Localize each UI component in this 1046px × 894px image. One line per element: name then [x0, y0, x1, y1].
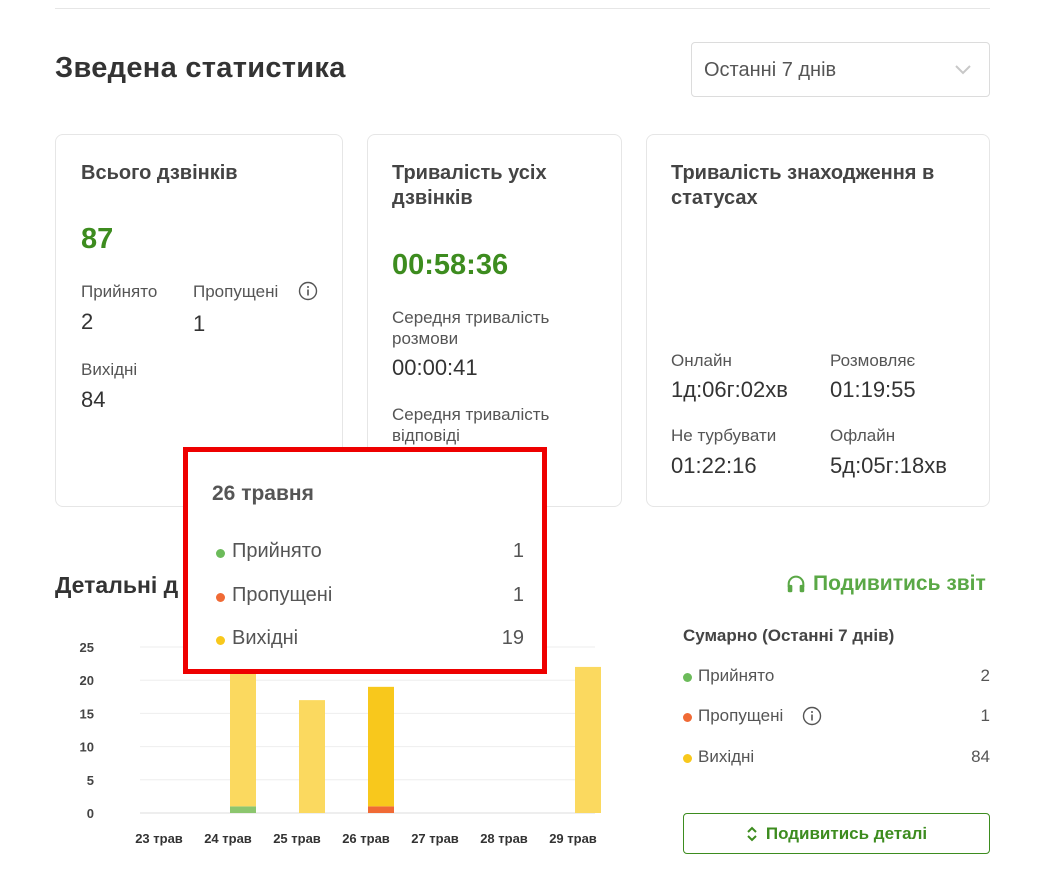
offline-value: 5д:05г:18хв	[830, 453, 947, 478]
x-tick-label: 24 трав	[204, 831, 252, 846]
card-title: Всього дзвінків	[81, 162, 238, 184]
y-tick-label: 15	[80, 706, 94, 721]
tooltip-row-missed: Пропущені 1	[212, 584, 524, 610]
x-tick-label: 27 трав	[411, 831, 459, 846]
offline-label: Офлайн	[830, 426, 896, 445]
y-tick-label: 0	[87, 806, 94, 821]
card-title-line2: статусах	[671, 187, 758, 209]
legend-dot	[683, 673, 692, 682]
card-title-line2: дзвінків	[392, 187, 473, 209]
talking-value: 01:19:55	[830, 377, 916, 402]
summary-value: 1	[980, 706, 990, 725]
online-value: 1д:06г:02хв	[671, 377, 788, 402]
x-tick-label: 23 трав	[135, 831, 183, 846]
accepted-value: 2	[81, 309, 94, 334]
y-tick-label: 5	[87, 773, 94, 788]
period-select[interactable]: Останні 7 днів	[691, 42, 990, 97]
card-title-line1: Тривалість знаходження в	[671, 162, 935, 184]
tooltip-date: 26 травня	[212, 482, 314, 505]
total-calls-value: 87	[81, 223, 114, 255]
tooltip-row-outgoing: Вихідні 19	[212, 627, 524, 653]
missed-value: 1	[193, 311, 206, 336]
card-title-line1: Тривалість усіх	[392, 162, 547, 184]
view-details-button[interactable]: Подивитись деталі	[683, 813, 990, 854]
avg-talk-label-line2: розмови	[392, 329, 459, 348]
accepted-label: Прийнято	[81, 282, 158, 301]
bar-segment	[299, 700, 325, 813]
info-icon[interactable]	[802, 706, 822, 726]
y-tick-label: 25	[80, 640, 94, 655]
missed-label: Пропущені	[193, 282, 279, 301]
summary-value: 2	[980, 666, 990, 685]
legend-dot	[216, 593, 225, 602]
outgoing-value: 84	[81, 387, 106, 412]
bar-segment	[230, 806, 256, 813]
avg-answer-label-line1: Середня тривалість	[392, 405, 550, 424]
tooltip-label: Прийнято	[232, 540, 322, 562]
tooltip-label: Вихідні	[232, 627, 299, 649]
info-icon[interactable]	[298, 281, 318, 301]
x-tick-label: 25 трав	[273, 831, 321, 846]
dnd-value: 01:22:16	[671, 453, 757, 478]
dnd-label: Не турбувати	[671, 426, 777, 445]
status-duration-card: Тривалість знаходження в статусах Онлайн…	[646, 134, 990, 507]
talking-label: Розмовляє	[830, 351, 916, 370]
avg-talk-label-line1: Середня тривалість	[392, 308, 550, 327]
summary-value: 84	[971, 747, 990, 766]
view-report-label: Подивитись звіт	[813, 572, 986, 595]
summary-label: Вихідні	[698, 747, 755, 766]
summary-label: Пропущені	[698, 706, 784, 725]
y-tick-label: 20	[80, 673, 94, 688]
bar-segment	[230, 666, 256, 807]
summary-title: Сумарно (Останні 7 днів)	[683, 626, 895, 645]
summary-label: Прийнято	[698, 666, 775, 685]
page-title: Зведена статистика	[55, 52, 346, 84]
bar-segment	[368, 806, 394, 813]
legend-dot	[216, 549, 225, 558]
outgoing-label: Вихідні	[81, 360, 138, 379]
x-tick-label: 28 трав	[480, 831, 528, 846]
x-tick-label: 26 трав	[342, 831, 390, 846]
expand-icon	[747, 826, 757, 841]
bar-segment	[368, 686, 394, 807]
tooltip-value: 19	[501, 627, 524, 649]
tooltip-value: 1	[512, 584, 524, 606]
total-duration-value: 00:58:36	[392, 249, 509, 281]
chart-tooltip: 26 травня Прийнято 1 Пропущені 1 Вихідні…	[183, 447, 547, 674]
headset-icon	[787, 575, 805, 593]
avg-talk-value: 00:00:41	[392, 355, 478, 380]
view-report-link[interactable]: Подивитись звіт	[785, 572, 986, 596]
chevron-down-icon	[955, 65, 971, 75]
details-section-title: Детальні д	[55, 572, 179, 598]
legend-dot	[216, 636, 225, 645]
y-tick-label: 10	[80, 740, 94, 755]
online-label: Онлайн	[671, 351, 732, 370]
summary-row-missed: Пропущені 1	[683, 706, 990, 728]
tooltip-value: 1	[512, 540, 524, 562]
summary-row-accepted: Прийнято 2	[683, 666, 990, 688]
x-tick-label: 29 трав	[549, 831, 597, 846]
legend-dot	[683, 713, 692, 722]
summary-row-outgoing: Вихідні 84	[683, 747, 990, 769]
legend-dot	[683, 754, 692, 763]
top-divider	[55, 8, 990, 9]
tooltip-row-accepted: Прийнято 1	[212, 540, 524, 566]
tooltip-label: Пропущені	[232, 584, 333, 606]
avg-answer-label-line2: відповіді	[392, 426, 460, 445]
view-details-label: Подивитись деталі	[765, 823, 928, 843]
bar-segment	[575, 666, 601, 813]
period-select-value: Останні 7 днів	[704, 59, 837, 81]
